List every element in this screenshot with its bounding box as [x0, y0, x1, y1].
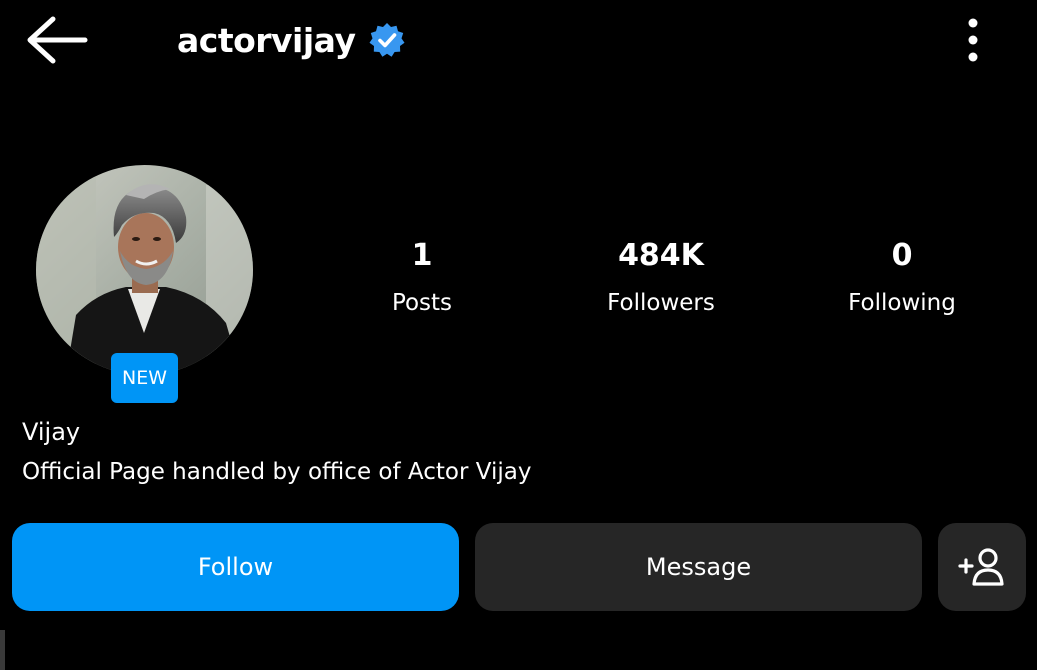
- new-badge[interactable]: NEW: [111, 353, 178, 403]
- message-button[interactable]: Message: [475, 523, 922, 611]
- suggested-users-button[interactable]: [938, 523, 1026, 611]
- stat-followers[interactable]: 484K Followers: [561, 236, 761, 318]
- profile-photo: [36, 165, 253, 375]
- profile-avatar[interactable]: [36, 165, 253, 375]
- verified-badge-icon: [369, 22, 405, 58]
- username-header: actorvijay: [177, 14, 405, 66]
- more-options-button[interactable]: [955, 12, 991, 68]
- display-name: Vijay: [22, 418, 81, 446]
- bio-section: Vijay Official Page handled by office of…: [22, 416, 1002, 488]
- bio-text: Official Page handled by office of Actor…: [22, 459, 532, 485]
- more-vertical-icon: [968, 18, 978, 62]
- followers-count: 484K: [618, 238, 704, 273]
- add-user-icon: [958, 548, 1004, 586]
- stat-posts[interactable]: 1 Posts: [322, 236, 522, 318]
- stat-following[interactable]: 0 Following: [802, 236, 1002, 318]
- posts-count: 1: [411, 238, 433, 273]
- follow-button[interactable]: Follow: [12, 523, 459, 611]
- arrow-left-icon: [27, 16, 88, 64]
- back-button[interactable]: [20, 12, 92, 68]
- top-bar: actorvijay: [0, 0, 1037, 84]
- username: actorvijay: [177, 20, 356, 60]
- scroll-edge: [0, 630, 5, 670]
- followers-label: Followers: [607, 290, 715, 316]
- following-label: Following: [848, 290, 956, 316]
- posts-label: Posts: [391, 290, 453, 316]
- following-count: 0: [891, 238, 913, 273]
